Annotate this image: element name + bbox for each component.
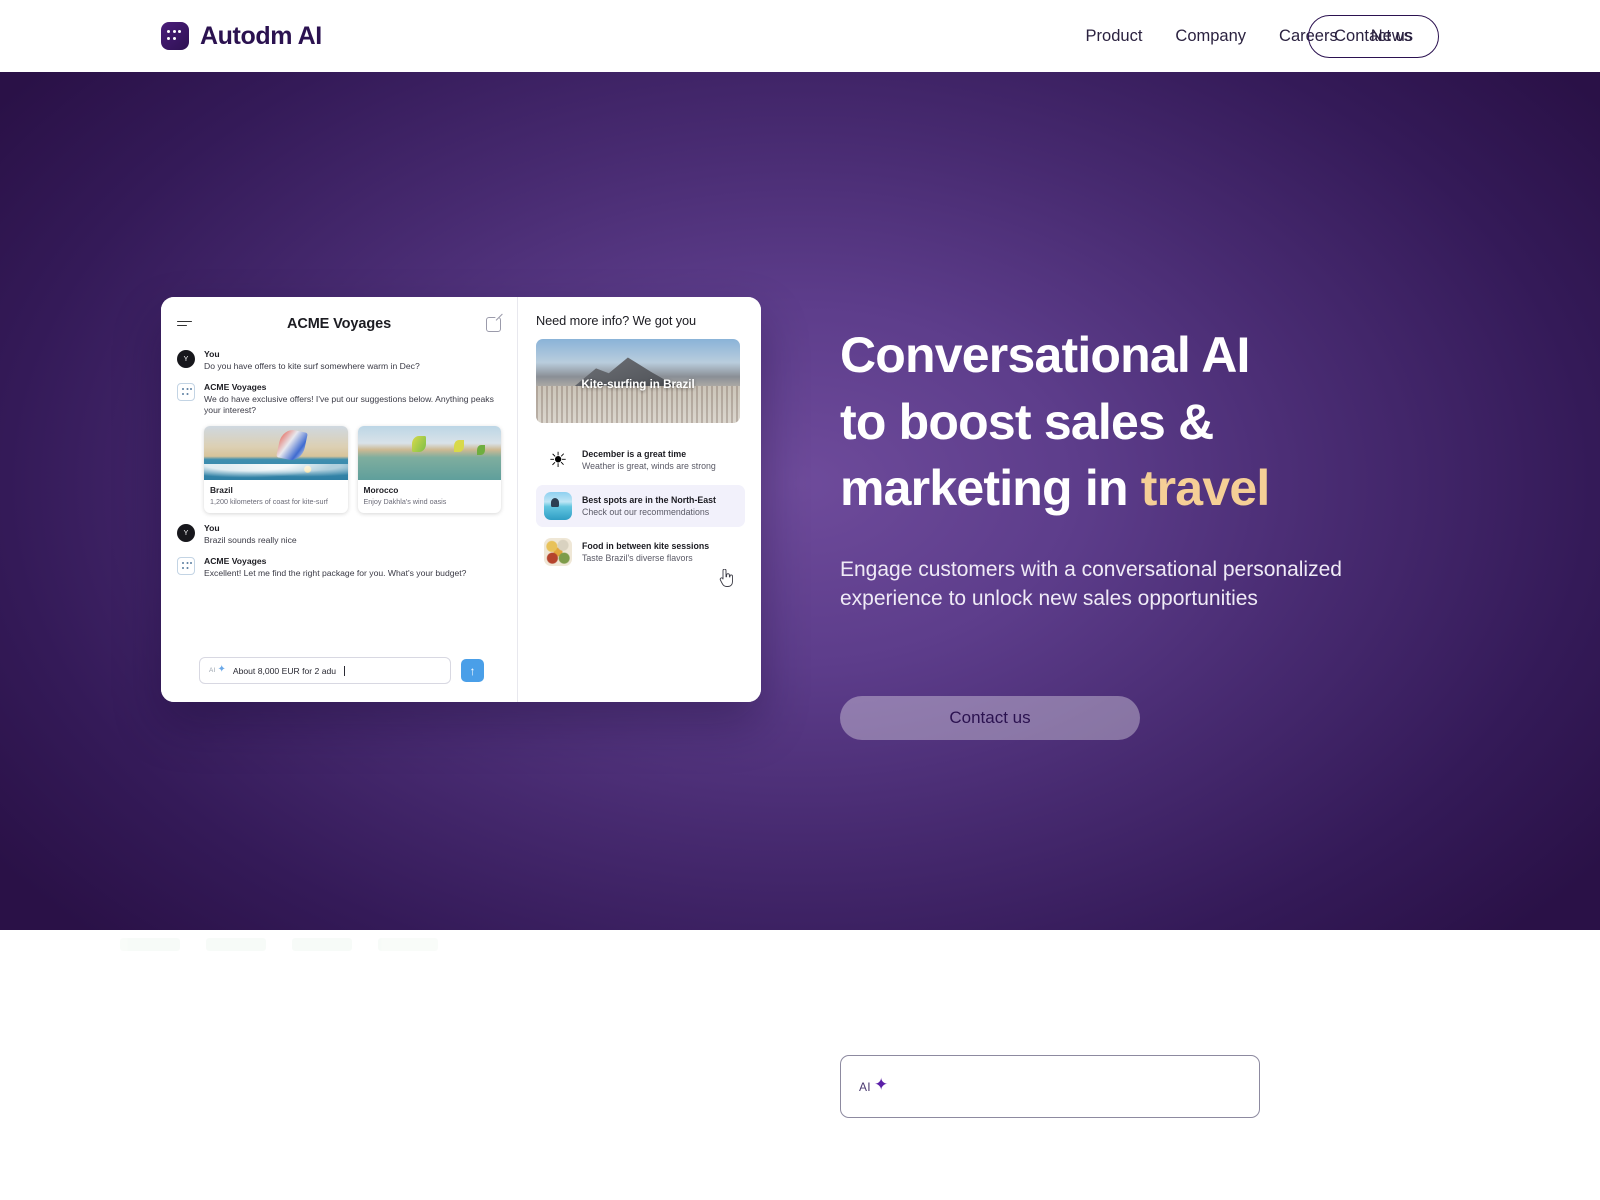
ai-input-field[interactable]: AI ✦	[840, 1055, 1260, 1118]
sparkle-icon: ✦	[217, 663, 226, 675]
mockup-composer: AI ✦ About 8,000 EUR for 2 adu ↑	[199, 657, 484, 684]
info-item-title: Best spots are in the North-East	[582, 495, 716, 505]
chat-message-sender: You	[204, 349, 220, 359]
page-title: Conversational AI to boost sales & marke…	[840, 322, 1480, 522]
compose-pencil-icon[interactable]	[486, 316, 501, 332]
top-navigation-bar: Autodm AI Product Company Careers News C…	[0, 0, 1600, 72]
brand-name: Autodm AI	[200, 21, 322, 50]
nav-link-company[interactable]: Company	[1175, 27, 1246, 46]
ai-badge-label: AI	[859, 1079, 871, 1094]
user-avatar: Y	[177, 524, 195, 543]
kitesurf-lagoon-photo	[357, 426, 501, 481]
ai-badge: AI ✦	[859, 1075, 889, 1095]
chat-message-sender: ACME Voyages	[204, 381, 267, 392]
nav-link-product[interactable]: Product	[1086, 27, 1143, 46]
headline-accent-word: travel	[1140, 460, 1270, 516]
nav-contact-us-button[interactable]: Contact us	[1308, 14, 1439, 58]
rio-beach-photo[interactable]: Kite-surfing in Brazil	[536, 339, 740, 423]
suggestion-card-list: Brazil 1,200 kilometers of coast for kit…	[204, 426, 501, 514]
bot-avatar	[177, 556, 195, 575]
info-item-december[interactable]: ☀ December is a great time Weather is gr…	[536, 439, 745, 481]
hero-subheading-line-1: Engage customers with a conversational p…	[840, 557, 1342, 581]
chat-grid-logo-icon	[161, 22, 189, 50]
faint-logo	[120, 938, 180, 951]
info-item-subtitle: Weather is great, winds are strong	[582, 461, 716, 471]
info-item-best-spots[interactable]: Best spots are in the North-East Check o…	[536, 485, 745, 527]
suggestion-card-brazil[interactable]: Brazil 1,200 kilometers of coast for kit…	[204, 426, 348, 514]
chat-message-sender: You	[204, 523, 220, 534]
info-item-title: Food in between kite sessions	[582, 541, 710, 551]
faint-logo	[206, 938, 266, 951]
mockup-message-input[interactable]: AI ✦ About 8,000 EUR for 2 adu	[199, 657, 451, 684]
suggestion-card-title: Morocco	[363, 485, 399, 496]
suggestion-card-title: Brazil	[210, 485, 233, 496]
chat-message-sender: ACME Voyages	[204, 555, 267, 566]
faint-logo	[292, 938, 352, 951]
chat-message: ACME Voyages Excellent! Let me find the …	[177, 556, 501, 580]
info-item-title: December is a great time	[582, 449, 687, 459]
hamburger-menu-icon[interactable]	[177, 319, 192, 330]
chat-message-text: Do you have offers to kite surf somewher…	[204, 361, 420, 371]
faint-logo	[378, 938, 438, 951]
chat-message: Y You Brazil sounds really nice	[177, 523, 501, 547]
hero-subheading-line-2: experience to unlock new sales opportuni…	[840, 587, 1258, 611]
info-item-food[interactable]: Food in between kite sessions Taste Braz…	[536, 531, 745, 573]
chat-message: ACME Voyages We do have exclusive offers…	[177, 382, 501, 417]
ai-chip-label: AI	[209, 667, 216, 674]
beach-thumbnail-icon	[544, 492, 572, 520]
mockup-conversation-title: ACME Voyages	[286, 316, 392, 332]
bot-avatar	[177, 382, 195, 401]
hero-section: ACME Voyages Y You Do you have offers to…	[0, 72, 1600, 930]
hero-copy: Conversational AI to boost sales & marke…	[840, 322, 1480, 741]
brand-logo-link[interactable]: Autodm AI	[161, 22, 322, 51]
mockup-conversation-header: ACME Voyages	[177, 311, 501, 337]
hero-contact-us-button[interactable]: Contact us	[840, 696, 1140, 741]
page-root: Autodm AI Product Company Careers News C…	[0, 0, 1600, 1200]
mockup-conversation-panel: ACME Voyages Y You Do you have offers to…	[161, 297, 517, 702]
suggestion-card-morocco[interactable]: Morocco Enjoy Dakhla's wind oasis	[357, 426, 501, 514]
headline-line-3: marketing in	[840, 460, 1141, 516]
text-caret	[344, 665, 346, 676]
chat-message: Y You Do you have offers to kite surf so…	[177, 349, 501, 373]
mockup-info-panel-title: Need more info? We got you	[536, 313, 697, 328]
faint-logo-strip	[120, 938, 438, 951]
rio-beach-photo-label: Kite-surfing in Brazil	[581, 377, 695, 391]
chat-message-text: We do have exclusive offers! I've put ou…	[204, 393, 494, 416]
chat-product-mockup: ACME Voyages Y You Do you have offers to…	[161, 297, 761, 702]
arrow-up-icon[interactable]: ↑	[461, 659, 484, 682]
mockup-message-input-value: About 8,000 EUR for 2 adu	[232, 665, 337, 676]
ai-chip: AI ✦	[209, 663, 226, 676]
suggestion-card-subtitle: Enjoy Dakhla's wind oasis	[363, 497, 447, 507]
suggestion-card-subtitle: 1,200 kilometers of coast for kite-surf	[210, 497, 328, 507]
headline-line-2: to boost sales &	[840, 393, 1214, 450]
lower-section: AI ✦	[0, 930, 1600, 1200]
info-item-subtitle: Taste Brazil's diverse flavors	[582, 553, 693, 563]
kitesurf-dune-photo	[204, 426, 348, 481]
food-thumbnail-icon	[544, 538, 572, 566]
mockup-info-panel: Need more info? We got you Kite-surfing …	[517, 297, 761, 702]
info-item-subtitle: Check out our recommendations	[582, 507, 710, 517]
chat-message-text: Brazil sounds really nice	[204, 535, 297, 546]
headline-line-1: Conversational AI	[840, 327, 1250, 383]
sparkle-icon: ✦	[873, 1075, 889, 1094]
sun-icon: ☀	[548, 448, 568, 472]
user-avatar: Y	[177, 350, 195, 368]
hero-subheading: Engage customers with a conversational p…	[840, 555, 1360, 615]
chat-message-text: Excellent! Let me find the right package…	[204, 567, 467, 578]
